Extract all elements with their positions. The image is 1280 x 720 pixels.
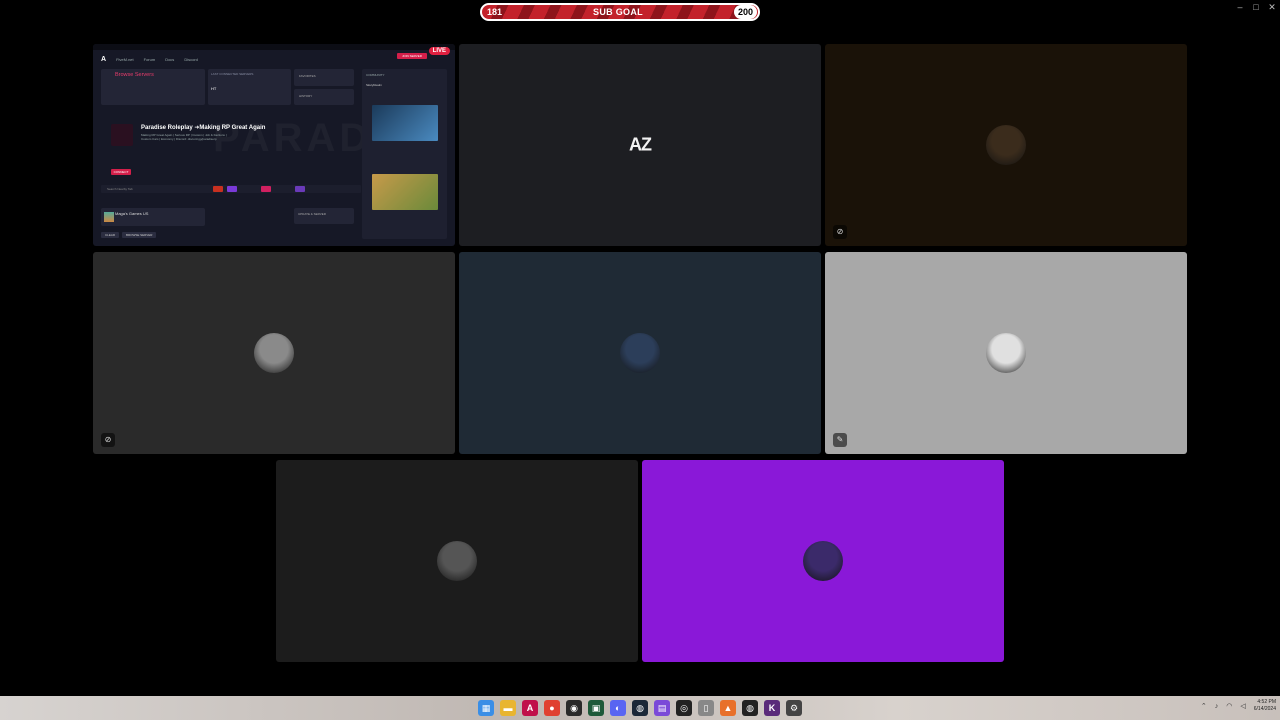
file-explorer-icon[interactable]: ▬ [500,700,516,716]
close-button[interactable]: ✕ [1264,0,1280,14]
clock-time: 4:52 PM [1257,699,1276,705]
share-chip [261,186,271,192]
window-controls: – □ ✕ [1232,0,1280,14]
share-news-title: COMMUNITY [366,73,385,77]
share-update-panel: UPDATE & SERVER [294,208,354,224]
share-news-panel: COMMUNITY SkulyRealm [362,69,447,239]
tile-user-2[interactable]: ⊘ [93,252,455,454]
avatar [803,541,843,581]
share-nav-item: Docs [165,56,175,62]
share-favorite-name: Maga's Games US [115,211,149,216]
sub-goal-bar: 181 SUB GOAL 200 [480,3,760,21]
share-button: CLEAR [101,232,120,238]
obs-icon[interactable]: ◉ [566,700,582,716]
maximize-button[interactable]: □ [1248,0,1264,14]
share-nav-item: FiveM.net [116,56,134,62]
share-browse-panel: Browse Servers [101,69,205,105]
share-chip [213,186,223,192]
muted-icon: ✎ [833,433,847,447]
tile-user-1[interactable]: ⊘ [825,44,1187,246]
share-news-image [372,105,438,141]
avatar [254,333,294,373]
share-top-strip [93,44,455,50]
twitch-icon[interactable]: ▤ [654,700,670,716]
share-button-row: CLEAR BROWSE SERVER [101,232,157,238]
share-favorite-thumb [104,212,114,222]
chrome-icon[interactable]: ● [544,700,560,716]
avatar [986,333,1026,373]
volume-icon[interactable]: ◁ [1240,702,1245,710]
clock-date: 6/14/2024 [1253,706,1276,712]
kick-icon[interactable]: K [764,700,780,716]
share-favorite-panel: Maga's Games US [101,208,205,226]
terminal-icon[interactable]: ▣ [588,700,604,716]
avatar [986,125,1026,165]
taskbar: ▦ ▬ A ● ◉ ▣ ◐ ◍ ▤ ◎ ▯ ▲ ◍ K ⚙ ⌃ ♪ ◠ ◁ 4:52 PM 6/14/202… [0,696,1280,720]
system-tray: ⌃ ♪ ◠ ◁ 4:52 PM 6/14/2024 [1201,699,1276,713]
muted-icon: ⊘ [101,433,115,447]
share-nav-item: Forum [143,56,156,62]
share-small-panel: FAVORITES [294,69,354,86]
tile-user-6[interactable] [642,460,1004,662]
share-chip [227,186,237,192]
tile-user-3[interactable] [459,252,821,454]
tile-az[interactable]: AZ [459,44,821,246]
sub-goal-target: 200 [733,5,757,19]
settings-icon[interactable]: ⚙ [786,700,802,716]
share-recent-title: LAST CONNECTED SERVERS [211,72,254,76]
share-chip [295,186,305,192]
az-logo-icon: AZ [629,134,652,155]
avatar [620,333,660,373]
wifi-icon[interactable]: ◠ [1226,702,1232,710]
chevron-up-icon[interactable]: ⌃ [1201,702,1207,710]
taskbar-icons: ▦ ▬ A ● ◉ ▣ ◐ ◍ ▤ ◎ ▯ ▲ ◍ K ⚙ [478,700,802,716]
fire-icon[interactable]: ▲ [720,700,736,716]
muted-icon: ⊘ [833,225,847,239]
widgets-icon[interactable]: ▦ [478,700,494,716]
share-app-nav: A FiveM.net Forum Docs Discord [101,52,447,66]
github-icon[interactable]: ◎ [676,700,692,716]
share-news-author: SkulyRealm [366,83,383,87]
mouse-icon[interactable]: ▯ [698,700,714,716]
share-nav-item: Discord [184,56,198,62]
share-connect-button: CONNECT [111,169,131,175]
share-join-button: JOIN SERVER [397,53,427,59]
minimize-button[interactable]: – [1232,0,1248,14]
app-a-icon[interactable]: A [522,700,538,716]
fivem-logo-icon: A [101,55,107,63]
steam-icon[interactable]: ◍ [632,700,648,716]
share-server-icon [111,124,133,146]
tile-user-5[interactable] [276,460,638,662]
share-recent-item: HT [211,86,217,91]
microphone-icon[interactable]: ♪ [1215,703,1219,710]
share-server-name: Paradise Roleplay ➜Making RP Great Again [141,125,266,131]
share-server-desc: Making RP Great Again | Serious RP | Cus… [141,133,227,141]
tile-screen-share[interactable]: LIVE A FiveM.net Forum Docs Discord JOIN… [93,44,455,246]
share-button: BROWSE SERVER [122,232,157,238]
share-browse-label: Browse Servers [115,72,154,78]
share-news-image [372,174,438,210]
share-recent-panel: LAST CONNECTED SERVERS HT [208,69,291,105]
tile-user-4[interactable]: ✎ [825,252,1187,454]
share-small-panel: HISTORY [294,89,354,105]
clock[interactable]: 4:52 PM 6/14/2024 [1254,699,1276,713]
discord-icon[interactable]: ◐ [610,700,626,716]
sub-goal-title: SUB GOAL [593,7,643,17]
sub-goal-current: 181 [487,7,503,17]
steelseries-icon[interactable]: ◍ [742,700,758,716]
avatar [437,541,477,581]
